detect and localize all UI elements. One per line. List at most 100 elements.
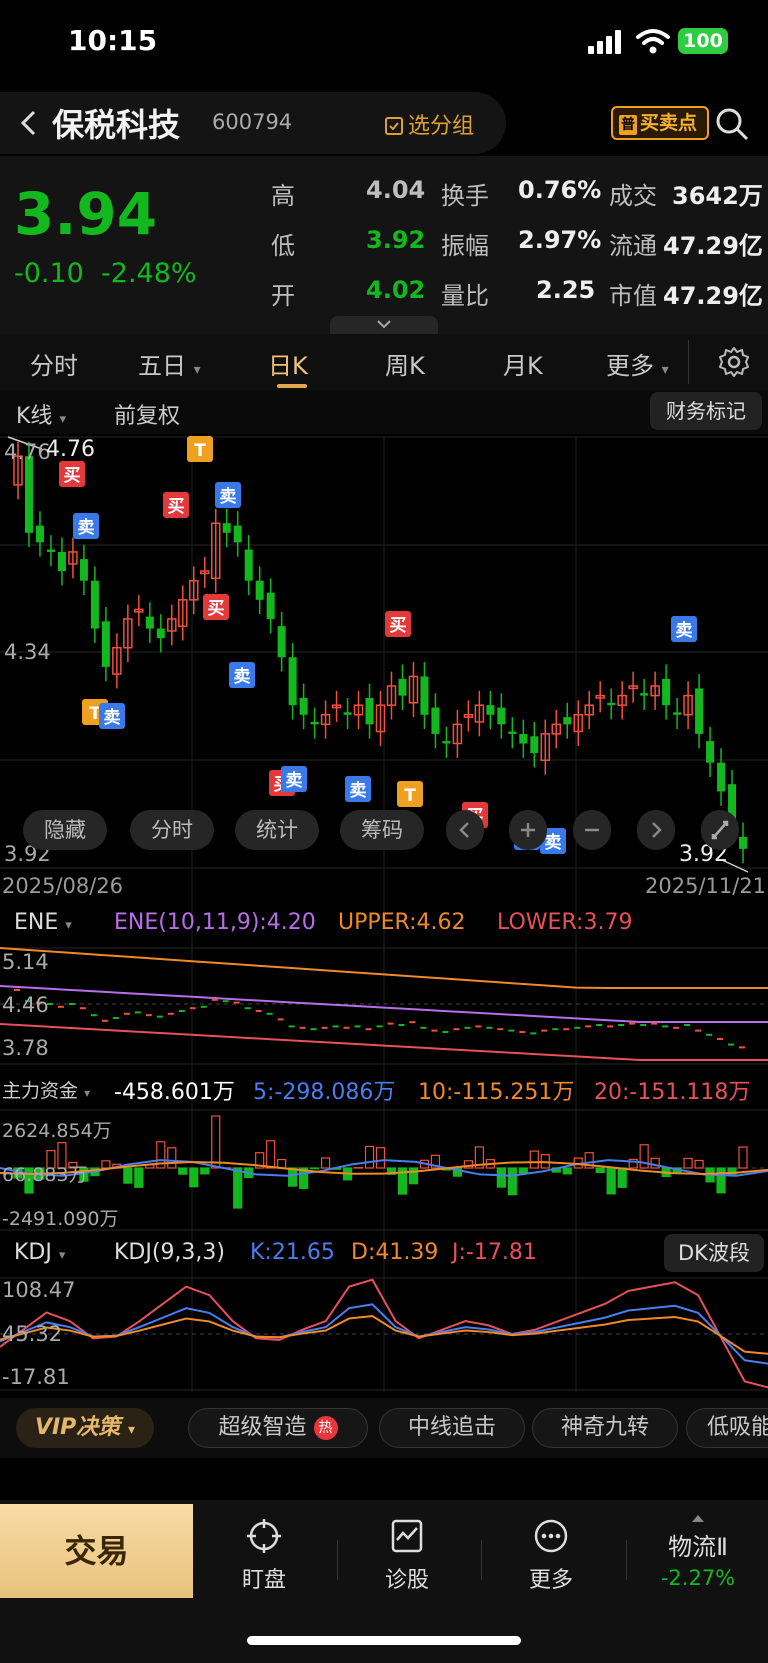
chip-magic-nine[interactable]: 神奇九转 [532,1408,678,1448]
capital-y-bottom: -2491.090万 [2,1208,119,1230]
candle-body [607,702,616,706]
tab-more[interactable]: 更多 ▾ [606,346,669,381]
candle-body [486,705,495,715]
amplitude-label: 振幅 [441,232,489,260]
high-value: 4.04 [366,176,426,204]
kline-toolbar: K线 ▾ 前复权 财务标记 [0,390,768,434]
tab-daily-k[interactable]: 日K [268,346,308,381]
scroll-left-button[interactable] [446,810,484,850]
zoom-out-button[interactable] [573,810,611,850]
candle-body [398,678,407,696]
kdj-d: D:41.39 [351,1240,439,1265]
capital-bar [189,1167,199,1188]
capital-bar [375,1147,386,1169]
tab-weekly-k[interactable]: 周K [385,346,425,381]
kline-type-selector[interactable]: K线 ▾ [16,398,66,430]
adjust-label[interactable]: 前复权 [114,398,180,430]
select-group-button[interactable]: 选分组 [384,108,474,140]
ene-header: ENE ▾ ENE(10,11,9):4.20 UPPER:4.62 LOWER… [0,902,768,946]
kline-y-top: 4.76 [4,440,51,464]
dk-band-button[interactable]: DK波段 [664,1234,764,1272]
tab-five-day[interactable]: 五日 ▾ [138,346,201,381]
chips-button[interactable]: 筹码 [340,810,424,850]
capital-bar [320,1157,331,1169]
volume-label: 成交 [609,182,657,210]
stats-button[interactable]: 统计 [235,810,319,850]
candle-body [90,580,99,629]
candle-body [365,697,374,725]
dropdown-mark: ▾ [661,362,669,378]
chip-super-smart[interactable]: 超级智造 热 [188,1408,368,1448]
zoom-in-button[interactable] [509,810,547,850]
finance-mark-button[interactable]: 财务标记 [650,392,762,430]
capital-bar [694,1159,704,1169]
signal-label: 卖 [350,780,367,801]
signal-label: 卖 [545,832,562,853]
tab-more-label: 更多 [606,352,654,380]
kdj-selector[interactable]: KDJ ▾ [14,1240,65,1265]
buysell-label: 买卖点 [640,112,698,134]
tab-minute[interactable]: 分时 [30,346,78,381]
home-indicator[interactable] [247,1636,521,1645]
float-cap-value: 47.29亿 [663,232,763,260]
select-group-label: 选分组 [408,114,475,139]
tab-monthly-k[interactable]: 月K [503,346,543,381]
stock-code: 600794 [212,110,293,134]
capital-bar [738,1146,748,1169]
capital-bar [716,1167,726,1194]
chip-label: 超级智造 [218,1415,307,1440]
wifi-icon [636,29,670,54]
capital-bar [134,1167,144,1188]
change-percent: -2.48% [101,258,197,289]
candle-body [255,580,264,600]
turnover-value: 0.76% [518,176,602,204]
clock: 10:15 [68,24,158,57]
candle-body [563,717,572,725]
kdj-y-top: 108.47 [2,1278,76,1302]
nav-diagnose[interactable]: 诊股 [347,1516,467,1594]
sector-ticker[interactable]: 物流Ⅱ -2.27% [636,1508,760,1590]
trade-button[interactable]: 交易 [0,1504,193,1598]
nav-more[interactable]: 更多 [491,1516,611,1594]
open-label: 开 [271,282,295,310]
nav-divider [626,1540,627,1580]
candle-body [288,657,297,706]
hot-badge: 热 [313,1416,338,1440]
ene-selector[interactable]: ENE ▾ [14,910,72,935]
signal-label: 买 [168,497,185,517]
back-button[interactable] [12,106,46,140]
capital-bar [123,1167,133,1184]
candle-body [79,559,88,581]
ene-name: ENE [14,910,59,935]
vip-decision-button[interactable]: VIP决策 ▾ [16,1408,154,1448]
capital-bar [595,1167,605,1174]
more-dots-icon [534,1519,568,1553]
nav-watch[interactable]: 盯盘 [204,1516,324,1594]
gear-icon[interactable] [718,346,750,378]
capital-ma20: 20:-151.118万 [594,1080,751,1105]
fullscreen-button[interactable] [701,810,739,850]
crosshair-icon [247,1519,281,1553]
last-price: 3.94 [14,180,158,248]
chip-midline-chase[interactable]: 中线追击 [379,1408,525,1448]
expand-quote-handle[interactable] [330,316,438,334]
candle-body [343,712,352,715]
buysell-point-button[interactable]: 普买卖点 [611,106,709,140]
chevron-right-icon [652,822,662,838]
minute-button[interactable]: 分时 [130,810,214,850]
scroll-right-button[interactable] [637,810,675,850]
quote-panel: 3.94 -0.10 -2.48% 高 4.04 低 3.92 开 4.02 换… [0,156,768,334]
search-icon[interactable] [712,104,752,144]
hide-button[interactable]: 隐藏 [23,810,107,850]
capital-selector[interactable]: 主力资金 ▾ [2,1076,90,1103]
capital-bar [266,1140,276,1169]
chart-doc-icon [391,1519,423,1553]
candle-body [299,697,308,715]
kdj-k: K:21.65 [250,1240,335,1265]
capital-bar [309,1167,320,1170]
low-value: 3.92 [366,226,426,254]
active-tab-indicator [277,384,307,388]
ene-y-top: 5.14 [2,950,49,974]
chip-low-buy[interactable]: 低吸能 [686,1408,768,1448]
change-amount: -0.10 [14,258,84,289]
